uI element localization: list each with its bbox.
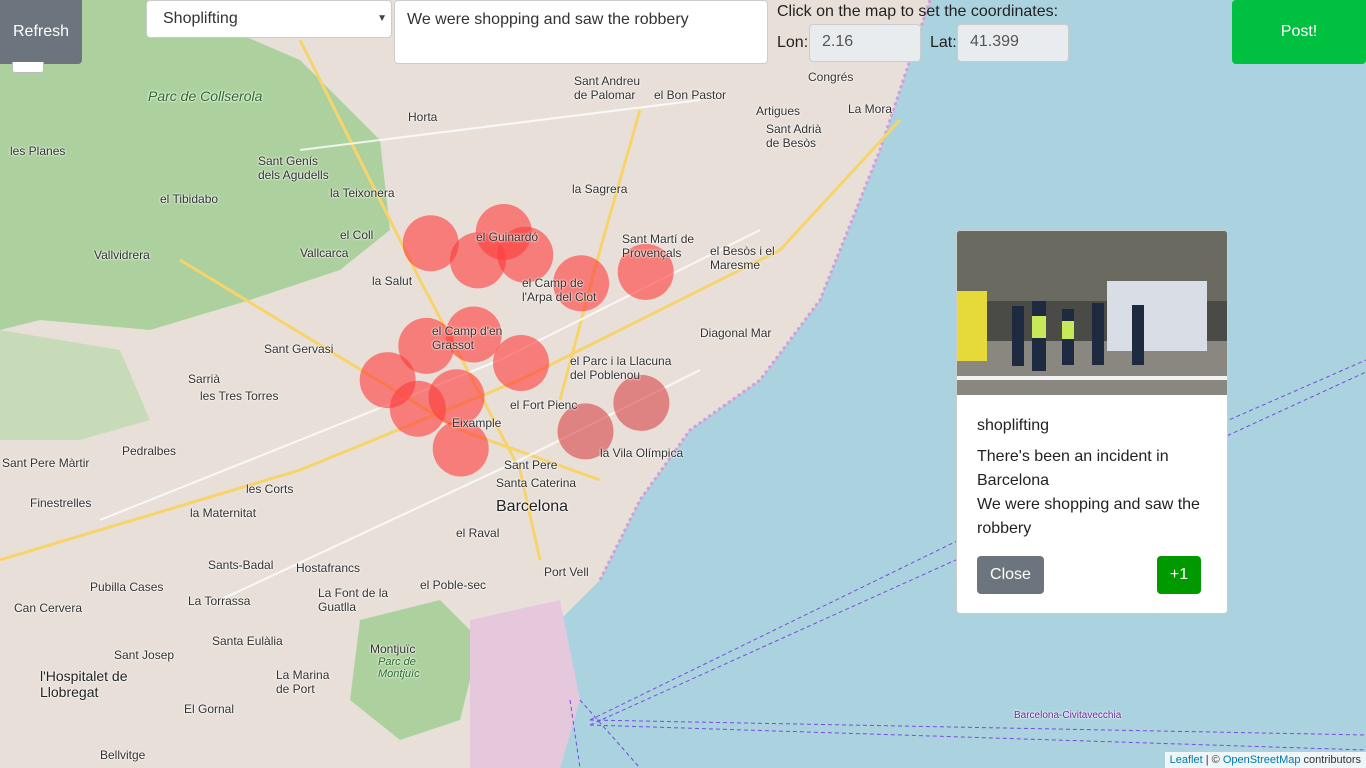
label-bellvitge: Bellvitge xyxy=(100,748,146,762)
label-parc-collserola: Parc de Collserola xyxy=(148,88,263,104)
label-el-camp-arpa: el Camp de l'Arpa del Clot xyxy=(522,276,597,304)
incident-title: shoplifting xyxy=(977,417,1050,434)
post-button[interactable]: Post! xyxy=(1232,0,1366,64)
label-sant-adria: Sant Adrià de Besòs xyxy=(766,122,822,150)
label-port-vell: Port Vell xyxy=(544,565,589,579)
label-sant-andreu: Sant Andreu de Palomar xyxy=(574,74,641,102)
label-la-teixonera: la Teixonera xyxy=(330,186,395,200)
label-sant-josep: Sant Josep xyxy=(114,648,175,662)
label-barcelona-civitavecchia: Barcelona-Civitavecchia xyxy=(1014,710,1122,721)
label-parc-montjuic: Parc de Montjuïc xyxy=(378,656,420,680)
lon-label: Lon: xyxy=(777,34,809,51)
label-el-poble-sec: el Poble-sec xyxy=(420,578,487,592)
coordinates-panel: Click on the map to set the coordinates:… xyxy=(770,0,1080,64)
plus-one-button[interactable]: +1 xyxy=(1157,556,1201,594)
incident-photo xyxy=(957,231,1227,395)
incident-description: We were shopping and saw the robbery xyxy=(977,496,1200,537)
label-santa-caterina: Santa Caterina xyxy=(496,476,577,490)
zoom-control[interactable] xyxy=(12,62,44,73)
label-el-raval: el Raval xyxy=(456,526,500,540)
label-la-font-guatlla: La Font de la Guatlla xyxy=(318,586,389,614)
incident-marker[interactable] xyxy=(613,374,670,431)
map-attribution: Leaflet | © OpenStreetMap contributors xyxy=(1164,752,1366,768)
label-el-coll: el Coll xyxy=(340,228,374,242)
label-la-marina: La Marina de Port xyxy=(276,668,330,696)
incident-message: There's been an incident in Barcelona xyxy=(977,448,1169,489)
label-la-mora: La Mora xyxy=(848,102,893,116)
category-select[interactable]: Shoplifting ▼ xyxy=(146,0,392,38)
label-finestrelles: Finestrelles xyxy=(30,496,92,510)
label-el-parc: el Parc i la Llacuna del Poblenou xyxy=(570,354,672,382)
label-barcelona: Barcelona xyxy=(496,498,569,515)
attribution-suffix: contributors xyxy=(1300,754,1361,766)
label-hospitalet: l'Hospitalet de Llobregat xyxy=(40,668,128,700)
label-el-guinardo: el Guinardó xyxy=(476,230,539,244)
label-les-corts: les Corts xyxy=(246,482,294,496)
label-el-camp-grassot: el Camp d'en Grassot xyxy=(432,324,503,352)
lat-label: Lat: xyxy=(930,34,957,51)
close-button[interactable]: Close xyxy=(977,556,1044,594)
label-santa-eulalia: Santa Eulàlia xyxy=(212,634,283,648)
label-vallvidrera: Vallvidrera xyxy=(94,248,150,262)
label-sant-marti: Sant Martí de Provençals xyxy=(622,232,695,260)
label-sant-gervasi: Sant Gervasi xyxy=(264,342,334,356)
category-selected-value: Shoplifting xyxy=(163,10,238,27)
label-sant-pere-martir: Sant Pere Màrtir xyxy=(2,456,90,470)
chevron-down-icon: ▼ xyxy=(377,13,387,24)
label-el-bon-pastor: el Bon Pastor xyxy=(654,88,727,102)
label-pedralbes: Pedralbes xyxy=(122,444,177,458)
label-horta: Horta xyxy=(408,110,438,124)
label-montjuic: Montjuïc xyxy=(370,642,416,656)
label-eixample: Eixample xyxy=(452,416,502,430)
label-sant-genis: Sant Genís dels Agudells xyxy=(258,154,329,182)
lat-input[interactable]: 41.399 xyxy=(957,24,1069,62)
label-el-fort-pienc: el Fort Pienc xyxy=(510,398,578,412)
label-sants: Sants-Badal xyxy=(208,558,274,572)
label-sarria: Sarrià xyxy=(188,372,221,386)
label-la-sagrera: la Sagrera xyxy=(572,182,628,196)
refresh-button[interactable]: Refresh xyxy=(0,0,82,64)
label-el-gornal: El Gornal xyxy=(184,702,235,716)
coordinates-hint: Click on the map to set the coordinates: xyxy=(777,3,1059,20)
label-la-vila-olimpica: la Vila Olímpica xyxy=(600,446,684,460)
label-sant-pere: Sant Pere xyxy=(504,458,558,472)
label-hostafrancs: Hostafrancs xyxy=(296,561,361,575)
attribution-separator: | © xyxy=(1202,754,1223,766)
label-diagonal-mar: Diagonal Mar xyxy=(700,326,772,340)
label-can-cervera: Can Cervera xyxy=(14,601,83,615)
label-artigues: Artigues xyxy=(756,104,801,118)
label-vallcarca: Vallcarca xyxy=(300,246,349,260)
label-pubilla-cases: Pubilla Cases xyxy=(90,580,164,594)
description-input[interactable]: We were shopping and saw the robbery xyxy=(394,0,768,64)
label-la-torrassa: La Torrassa xyxy=(188,594,251,608)
label-el-tibidabo: el Tibidabo xyxy=(160,192,219,206)
lon-input[interactable]: 2.16 xyxy=(809,24,921,62)
openstreetmap-link[interactable]: OpenStreetMap xyxy=(1223,754,1301,766)
incident-card: shoplifting There's been an incident in … xyxy=(956,230,1228,614)
label-les-planes: les Planes xyxy=(10,144,66,158)
label-les-tres-torres: les Tres Torres xyxy=(200,389,279,403)
label-congres: Congrés xyxy=(808,70,854,84)
label-la-maternitat: la Maternitat xyxy=(190,506,257,520)
label-el-besos: el Besòs i el Maresme xyxy=(710,244,775,272)
label-la-salut: la Salut xyxy=(372,274,413,288)
leaflet-link[interactable]: Leaflet xyxy=(1170,754,1203,766)
